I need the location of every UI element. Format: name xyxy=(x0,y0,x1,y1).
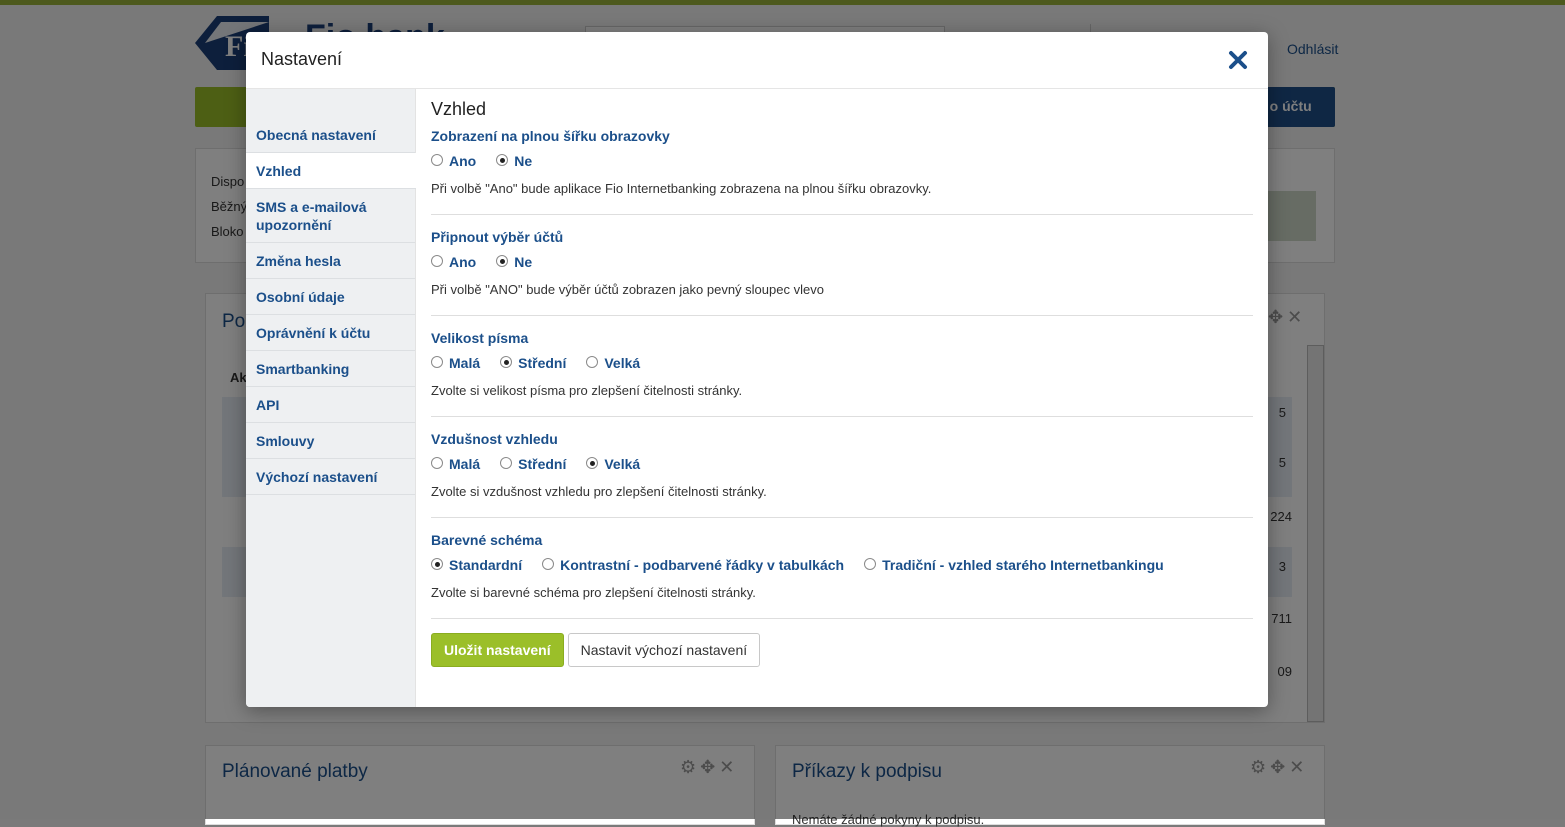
setting-full-width: Zobrazení na plnou šířku obrazovky Ano N… xyxy=(431,128,1253,215)
setting-color-scheme: Barevné schéma Standardní Kontrastní - p… xyxy=(431,532,1253,619)
setting-title: Připnout výběr účtů xyxy=(431,229,564,245)
setting-hint: Při volbě "ANO" bude výběr účtů zobrazen… xyxy=(431,282,824,297)
setting-title: Vzdušnost vzhledu xyxy=(431,431,558,447)
radio-button[interactable] xyxy=(542,558,555,570)
sidebar-item-default-settings[interactable]: Výchozí nastavení xyxy=(246,459,415,495)
radio-button[interactable] xyxy=(496,154,509,166)
close-icon[interactable] xyxy=(1226,48,1250,72)
radio-group: Standardní Kontrastní - podbarvené řádky… xyxy=(431,557,1253,573)
radio-button[interactable] xyxy=(431,356,443,368)
modal-body: Obecná nastavení Vzhled SMS a e-mailová … xyxy=(246,89,1268,707)
reset-defaults-button[interactable]: Nastavit výchozí nastavení xyxy=(567,633,761,667)
settings-modal: Nastavení Obecná nastavení Vzhled SMS a … xyxy=(246,32,1268,707)
setting-hint: Zvolte si barevné schéma pro zlepšení či… xyxy=(431,585,756,600)
sidebar-item-contracts[interactable]: Smlouvy xyxy=(246,423,415,459)
radio-group: Malá Střední Velká xyxy=(431,355,1253,371)
radio-button[interactable] xyxy=(431,255,443,267)
radio-group: Malá Střední Velká xyxy=(431,456,1253,472)
settings-sidebar: Obecná nastavení Vzhled SMS a e-mailová … xyxy=(246,89,416,707)
radio-option-ano[interactable]: Ano xyxy=(431,153,476,169)
sidebar-item-password[interactable]: Změna hesla xyxy=(246,243,415,279)
radio-button[interactable] xyxy=(431,457,443,469)
sidebar-item-smartbanking[interactable]: Smartbanking xyxy=(246,351,415,387)
radio-button[interactable] xyxy=(864,558,877,570)
radio-button[interactable] xyxy=(500,356,513,368)
setting-hint: Při volbě "Ano" bude aplikace Fio Intern… xyxy=(431,181,932,196)
radio-button[interactable] xyxy=(496,255,509,267)
content-title: Vzhled xyxy=(431,99,487,119)
setting-hint: Zvolte si vzdušnost vzhledu pro zlepšení… xyxy=(431,484,767,499)
setting-title: Barevné schéma xyxy=(431,532,543,548)
radio-option-ne[interactable]: Ne xyxy=(496,153,532,169)
setting-spacing: Vzdušnost vzhledu Malá Střední Velká Zvo… xyxy=(431,431,1253,518)
sidebar-item-personal-data[interactable]: Osobní údaje xyxy=(246,279,415,315)
save-settings-button[interactable]: Uložit nastavení xyxy=(431,633,564,667)
form-actions: Uložit nastavení Nastavit výchozí nastav… xyxy=(431,633,1253,667)
setting-title: Velikost písma xyxy=(431,330,529,346)
radio-option-standard[interactable]: Standardní xyxy=(431,557,522,573)
modal-header: Nastavení xyxy=(246,32,1268,89)
radio-button[interactable] xyxy=(431,154,443,166)
sidebar-item-notifications[interactable]: SMS a e-mailová upozornění xyxy=(246,189,415,243)
sidebar-item-api[interactable]: API xyxy=(246,387,415,423)
radio-option-medium[interactable]: Střední xyxy=(500,355,566,371)
radio-option-ano[interactable]: Ano xyxy=(431,254,476,270)
sidebar-item-appearance[interactable]: Vzhled xyxy=(246,153,416,189)
settings-content: Vzhled Zobrazení na plnou šířku obrazovk… xyxy=(431,89,1253,707)
radio-group: Ano Ne xyxy=(431,153,1253,169)
radio-group: Ano Ne xyxy=(431,254,1253,270)
radio-option-large[interactable]: Velká xyxy=(586,355,640,371)
radio-option-small[interactable]: Malá xyxy=(431,456,480,472)
sidebar-item-general[interactable]: Obecná nastavení xyxy=(246,117,415,153)
radio-option-ne[interactable]: Ne xyxy=(496,254,532,270)
radio-button[interactable] xyxy=(586,356,599,368)
setting-title: Zobrazení na plnou šířku obrazovky xyxy=(431,128,670,144)
setting-pin-accounts: Připnout výběr účtů Ano Ne Při volbě "AN… xyxy=(431,229,1253,316)
radio-button[interactable] xyxy=(500,457,513,469)
radio-option-traditional[interactable]: Tradiční - vzhled starého Internetbankin… xyxy=(864,557,1164,573)
radio-option-small[interactable]: Malá xyxy=(431,355,480,371)
sidebar-item-account-permissions[interactable]: Oprávnění k účtu xyxy=(246,315,415,351)
radio-button[interactable] xyxy=(586,457,599,469)
radio-option-large[interactable]: Velká xyxy=(586,456,640,472)
radio-button[interactable] xyxy=(431,558,443,570)
radio-option-medium[interactable]: Střední xyxy=(500,456,566,472)
setting-hint: Zvolte si velikost písma pro zlepšení či… xyxy=(431,383,743,398)
modal-title: Nastavení xyxy=(261,49,343,69)
radio-option-contrast[interactable]: Kontrastní - podbarvené řádky v tabulkác… xyxy=(542,557,844,573)
setting-font-size: Velikost písma Malá Střední Velká Zvolte… xyxy=(431,330,1253,417)
